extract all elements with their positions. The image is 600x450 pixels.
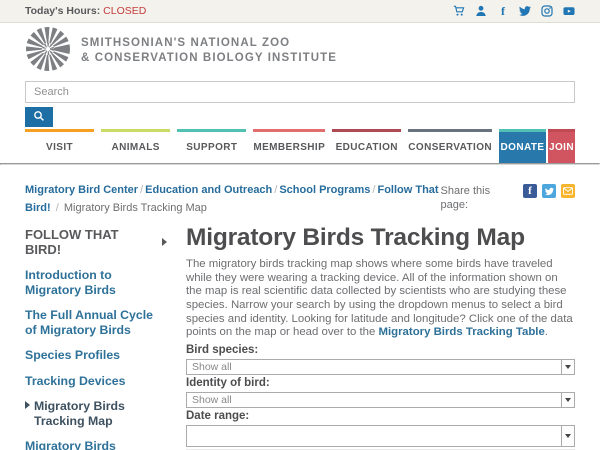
page-title: Migratory Birds Tracking Map xyxy=(186,224,525,252)
twitter-share-icon[interactable] xyxy=(542,184,556,198)
identity-of-bird-value: Show all xyxy=(192,393,232,406)
nav-label: ANIMALS xyxy=(111,142,160,153)
active-item-arrow-icon xyxy=(25,401,30,410)
breadcrumb: Migratory Bird Center / Education and Outr… xyxy=(25,181,441,217)
date-range-start-select[interactable] xyxy=(186,424,575,447)
nav-item-conservation[interactable]: CONSERVATION xyxy=(408,129,492,163)
hours-label: Today's Hours: xyxy=(25,5,101,17)
breadcrumb-share-row: Migratory Bird Center / Education and Outr… xyxy=(0,165,600,225)
sidebar-heading[interactable]: FOLLOW THAT BIRD! xyxy=(25,227,167,257)
nav-item-animals[interactable]: ANIMALS xyxy=(101,129,171,163)
breadcrumb-link-education-and-outreach[interactable]: Education and Outreach xyxy=(145,184,272,196)
email-share-icon[interactable] xyxy=(561,184,575,198)
hours-status: CLOSED xyxy=(103,5,147,17)
join-button[interactable]: JOIN xyxy=(548,129,575,163)
share-label: Share this page: xyxy=(440,185,491,211)
main-column: Migratory Birds Tracking Map The migrato… xyxy=(167,225,575,450)
nav-label: MEMBERSHIP xyxy=(253,142,326,153)
identity-of-bird-select[interactable]: Show all xyxy=(186,391,575,408)
breadcrumb-link-school-programs[interactable]: School Programs xyxy=(279,184,370,196)
search-section xyxy=(0,79,600,127)
logo-line-1: SMITHSONIAN'S NATIONAL ZOO xyxy=(81,37,291,50)
nav-label: CONSERVATION xyxy=(408,142,492,153)
account-icon[interactable] xyxy=(475,5,487,17)
sidebar-item-full-annual-cycle[interactable]: The Full Annual Cycle of Migratory Birds xyxy=(25,308,167,337)
nav-label: SUPPORT xyxy=(186,142,238,153)
identity-of-bird-label: Identity of bird: xyxy=(186,376,270,389)
breadcrumb-current: / Migratory Birds Tracking Map xyxy=(55,202,207,215)
nav-label: VISIT xyxy=(46,142,74,153)
sidebar-item-introduction-to-migratory-birds[interactable]: Introduction to Migratory Birds xyxy=(25,268,167,297)
nav-item-membership[interactable]: MEMBERSHIP xyxy=(253,129,326,163)
breadcrumb-link-migratory-bird-center[interactable]: Migratory Bird Center xyxy=(25,184,138,196)
search-button[interactable] xyxy=(25,107,53,127)
sidebar-item-migratory-birds-tracking-table[interactable]: Migratory Birds Tracking Table xyxy=(25,439,167,450)
facebook-share-icon[interactable]: f xyxy=(523,184,537,198)
date-range-label: Date range: xyxy=(186,409,250,422)
chevron-down-icon xyxy=(561,359,574,374)
bird-species-label: Bird species: xyxy=(186,343,259,356)
chevron-down-icon xyxy=(561,425,574,446)
sidebar-item-species-profiles[interactable]: Species Profiles xyxy=(25,348,167,363)
nav-item-education[interactable]: EDUCATION xyxy=(332,129,402,163)
intro-paragraph: The migratory birds tracking map shows w… xyxy=(186,258,573,339)
bird-species-value: Show all xyxy=(192,360,232,373)
section-sidebar: FOLLOW THAT BIRD! Introduction to Migrat… xyxy=(25,225,167,450)
main-navigation: VISIT ANIMALS SUPPORT MEMBERSHIP EDUCATI… xyxy=(25,129,575,163)
nav-item-support[interactable]: SUPPORT xyxy=(177,129,247,163)
search-input[interactable] xyxy=(25,81,575,103)
share-widget: Share this page: f xyxy=(441,181,575,217)
chevron-down-icon xyxy=(561,392,574,407)
tracking-table-link[interactable]: Migratory Birds Tracking Table xyxy=(379,326,545,338)
todays-hours: Today's Hours: CLOSED xyxy=(25,5,146,17)
nav-label: EDUCATION xyxy=(335,142,398,153)
facebook-icon[interactable]: f xyxy=(497,5,509,17)
bird-species-select[interactable]: Show all xyxy=(186,358,575,375)
topbar-icon-group: f xyxy=(453,5,575,17)
twitter-icon[interactable] xyxy=(519,5,531,17)
nav-item-visit[interactable]: VISIT xyxy=(25,129,95,163)
site-logo-text[interactable]: SMITHSONIAN'S NATIONAL ZOO & CONSERVATIO… xyxy=(81,36,337,66)
site-header: SMITHSONIAN'S NATIONAL ZOO & CONSERVATIO… xyxy=(0,23,600,79)
donate-button[interactable]: DONATE xyxy=(499,129,546,163)
smithsonian-sunburst-logo-icon[interactable] xyxy=(25,26,71,77)
content-area: FOLLOW THAT BIRD! Introduction to Migrat… xyxy=(0,225,600,450)
hours-topbar: Today's Hours: CLOSED f xyxy=(0,0,600,23)
logo-line-2: & CONSERVATION BIOLOGY INSTITUTE xyxy=(81,52,338,64)
sidebar-item-tracking-devices[interactable]: Tracking Devices xyxy=(25,374,167,389)
sidebar-item-migratory-birds-tracking-map[interactable]: Migratory Birds Tracking Map xyxy=(25,399,167,428)
search-icon xyxy=(33,110,45,125)
cart-icon[interactable] xyxy=(453,5,465,17)
youtube-icon[interactable] xyxy=(563,5,575,17)
instagram-icon[interactable] xyxy=(541,5,553,17)
